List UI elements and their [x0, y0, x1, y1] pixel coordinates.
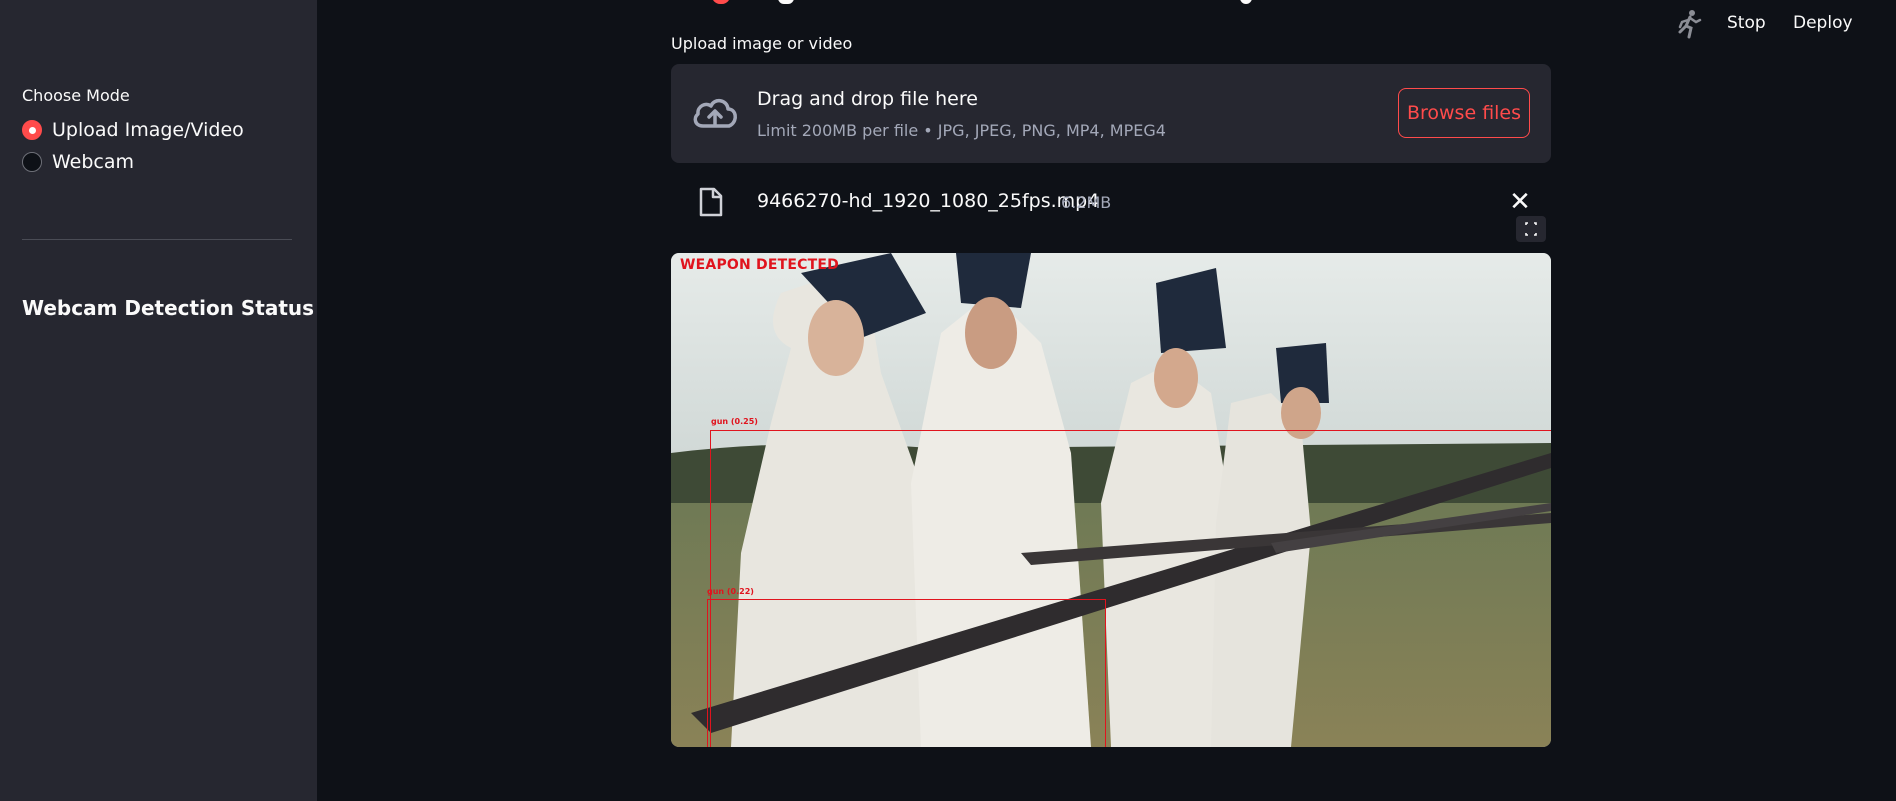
detection-box-label: gun (0.25) — [711, 417, 758, 426]
radio-upload-image-video[interactable]: Upload Image/Video — [22, 119, 244, 141]
choose-mode-label: Choose Mode — [22, 86, 130, 105]
title-accent-glyph — [712, 0, 730, 4]
radio-unselected-icon[interactable] — [22, 152, 42, 172]
detection-box-label: gun (0.22) — [707, 587, 754, 596]
uploaded-file-row: 9466270-hd_1920_1080_25fps.mp4 6.2MB ✕ — [671, 183, 1551, 223]
sidebar: Choose Mode Upload Image/Video Webcam We… — [0, 0, 317, 801]
file-size: 6.2MB — [1061, 193, 1112, 212]
dropzone-limits: Limit 200MB per file • JPG, JPEG, PNG, M… — [757, 121, 1166, 140]
radio-selected-icon[interactable] — [22, 120, 42, 140]
deploy-button[interactable]: Deploy — [1793, 13, 1853, 33]
weapon-detected-banner: WEAPON DETECTED — [680, 257, 839, 273]
radio-label-upload: Upload Image/Video — [52, 119, 244, 141]
page-title-fragment — [680, 0, 1280, 6]
file-dropzone[interactable]: Drag and drop file here Limit 200MB per … — [671, 64, 1551, 163]
detection-video-frame: WEAPON DETECTED gun (0.25) gun (0.22) — [671, 253, 1551, 747]
stop-button[interactable]: Stop — [1727, 13, 1766, 33]
browse-files-button[interactable]: Browse files — [1398, 88, 1530, 138]
radio-webcam[interactable]: Webcam — [22, 151, 134, 173]
radio-label-webcam: Webcam — [52, 151, 135, 173]
title-glyph — [1240, 0, 1252, 4]
detection-box — [707, 599, 1106, 747]
file-name: 9466270-hd_1920_1080_25fps.mp4 — [757, 190, 1100, 212]
cloud-upload-icon — [693, 99, 737, 128]
close-icon[interactable]: ✕ — [1507, 189, 1533, 215]
webcam-status-heading: Webcam Detection Status — [22, 296, 315, 320]
dropzone-title: Drag and drop file here — [757, 88, 978, 110]
title-glyph — [778, 0, 794, 4]
sidebar-divider — [22, 239, 292, 240]
upload-label: Upload image or video — [671, 34, 853, 53]
running-man-icon — [1678, 10, 1702, 39]
file-icon — [699, 187, 723, 217]
fullscreen-icon[interactable] — [1516, 216, 1546, 242]
